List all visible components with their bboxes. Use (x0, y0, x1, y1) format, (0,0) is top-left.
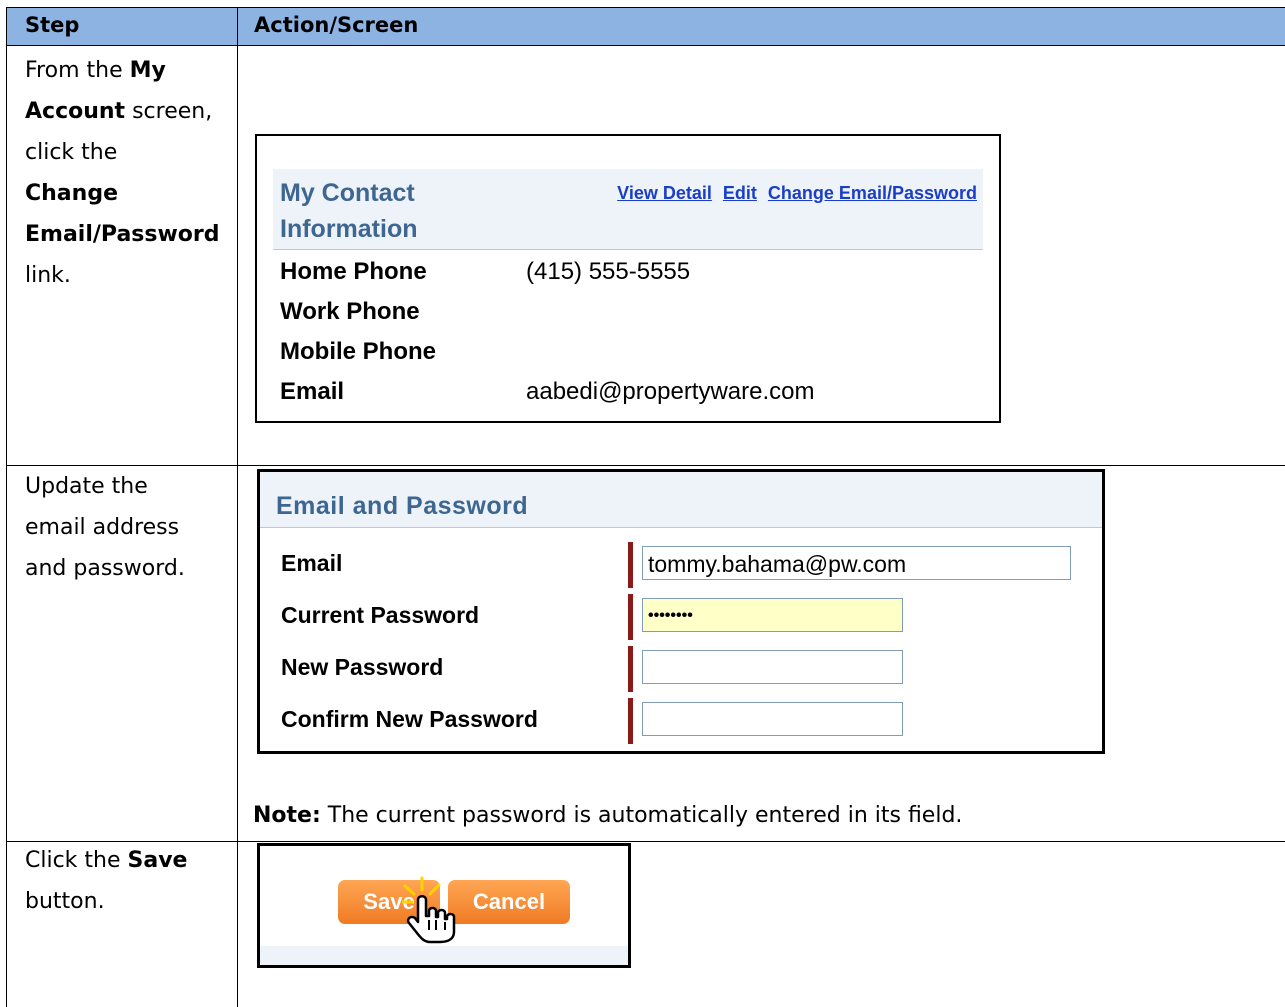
step-emphasis: Save (127, 848, 188, 873)
contact-links: View Detail Edit Change Email/Password (611, 183, 977, 204)
new-password-label: New Password (281, 654, 444, 680)
note-body: The current password is automatically en… (327, 803, 963, 828)
required-marker (628, 594, 633, 640)
step-text: screen, (125, 99, 213, 124)
step-3-text: Click the Save button. (25, 840, 235, 922)
form-title: Email and Password (276, 492, 529, 520)
view-detail-link[interactable]: View Detail (617, 183, 712, 203)
table-border (6, 7, 1285, 8)
email-label: Email (281, 550, 343, 576)
contact-header: My Contact Information View Detail Edit … (273, 169, 983, 250)
field-label: Home Phone (280, 258, 427, 285)
step-line: link. (25, 255, 235, 296)
button-bar (260, 946, 628, 965)
cancel-button[interactable]: Cancel (448, 880, 570, 924)
step-line: email address (25, 507, 235, 548)
new-password-row: New Password (260, 646, 1102, 692)
required-marker (628, 698, 633, 744)
form-header: Email and Password (260, 472, 1102, 528)
required-marker (628, 542, 633, 588)
contact-info-panel: My Contact Information View Detail Edit … (255, 134, 1001, 423)
email-password-form: Email and Password Email tommy.bahama@pw… (257, 469, 1105, 754)
step-text: Click the (25, 848, 128, 873)
contact-title: My Contact Information (280, 179, 418, 243)
note-label: Note: (253, 803, 321, 828)
step-1-text: From the My Account screen, click the Chang… (25, 50, 235, 296)
email-field[interactable]: tommy.bahama@pw.com (642, 546, 1071, 580)
step-emphasis: Account (25, 99, 126, 124)
table-border (237, 7, 238, 1007)
confirm-password-row: Confirm New Password (260, 698, 1102, 744)
step-line: Update the (25, 466, 235, 507)
step-line: button. (25, 881, 235, 922)
change-email-password-link[interactable]: Change Email/Password (768, 183, 977, 203)
step-line: and password. (25, 548, 235, 589)
step-text: email address (25, 515, 180, 540)
step-text: From the (25, 58, 130, 83)
table-border (6, 45, 1285, 46)
step-emphasis: My (129, 58, 166, 83)
confirm-password-label: Confirm New Password (281, 706, 538, 732)
field-label: Work Phone (280, 298, 420, 325)
step-line: Click the Save (25, 840, 235, 881)
confirm-password-field[interactable] (642, 702, 903, 736)
step-text: and password. (25, 556, 185, 581)
header-action: Action/Screen (254, 13, 419, 37)
step-text: link. (25, 263, 71, 288)
field-label: Mobile Phone (280, 338, 436, 365)
step-line: Email/Password (25, 214, 235, 255)
step-emphasis: Change (25, 181, 118, 206)
table-border (6, 7, 7, 1007)
note-text: Note: The current password is automatica… (253, 801, 962, 831)
step-2-text: Update the email address and password. (25, 466, 235, 589)
field-value: aabedi@propertyware.com (526, 378, 815, 405)
step-line: click the (25, 132, 235, 173)
required-marker (628, 646, 633, 692)
edit-link[interactable]: Edit (723, 183, 757, 203)
current-password-field[interactable]: •••••••• (642, 598, 903, 632)
email-row: Email tommy.bahama@pw.com (260, 542, 1102, 588)
current-password-row: Current Password •••••••• (260, 594, 1102, 640)
hand-cursor-icon (402, 876, 456, 944)
step-text: button. (25, 889, 105, 914)
field-label: Email (280, 378, 345, 405)
step-text: click the (25, 140, 118, 165)
step-text: Update the (25, 474, 148, 499)
field-value: (415) 555-5555 (526, 258, 691, 285)
current-password-label: Current Password (281, 602, 480, 628)
step-emphasis: Email/Password (25, 222, 220, 247)
step-line: From the My (25, 50, 235, 91)
action-buttons-panel: Save Cancel (257, 843, 631, 968)
step-line: Change (25, 173, 235, 214)
header-step: Step (25, 13, 80, 37)
table-header (6, 7, 1285, 45)
new-password-field[interactable] (642, 650, 903, 684)
step-line: Account screen, (25, 91, 235, 132)
